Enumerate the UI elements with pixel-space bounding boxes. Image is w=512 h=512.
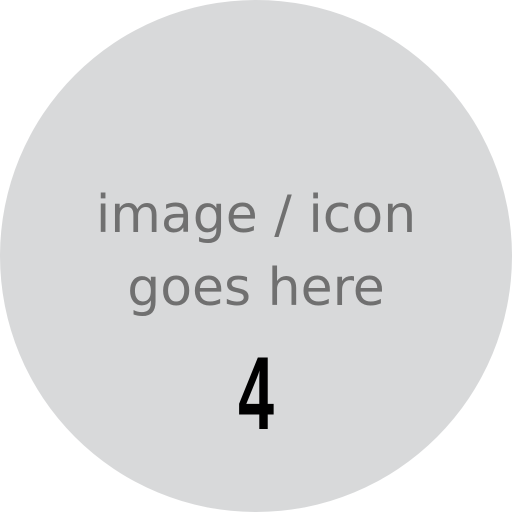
placeholder-number: 4 (238, 336, 274, 452)
placeholder-caption-line-1: image / icon (95, 185, 417, 245)
placeholder-graphic: image / icon goes here 4 (0, 0, 512, 512)
placeholder-caption-line-2: goes here (127, 258, 385, 318)
